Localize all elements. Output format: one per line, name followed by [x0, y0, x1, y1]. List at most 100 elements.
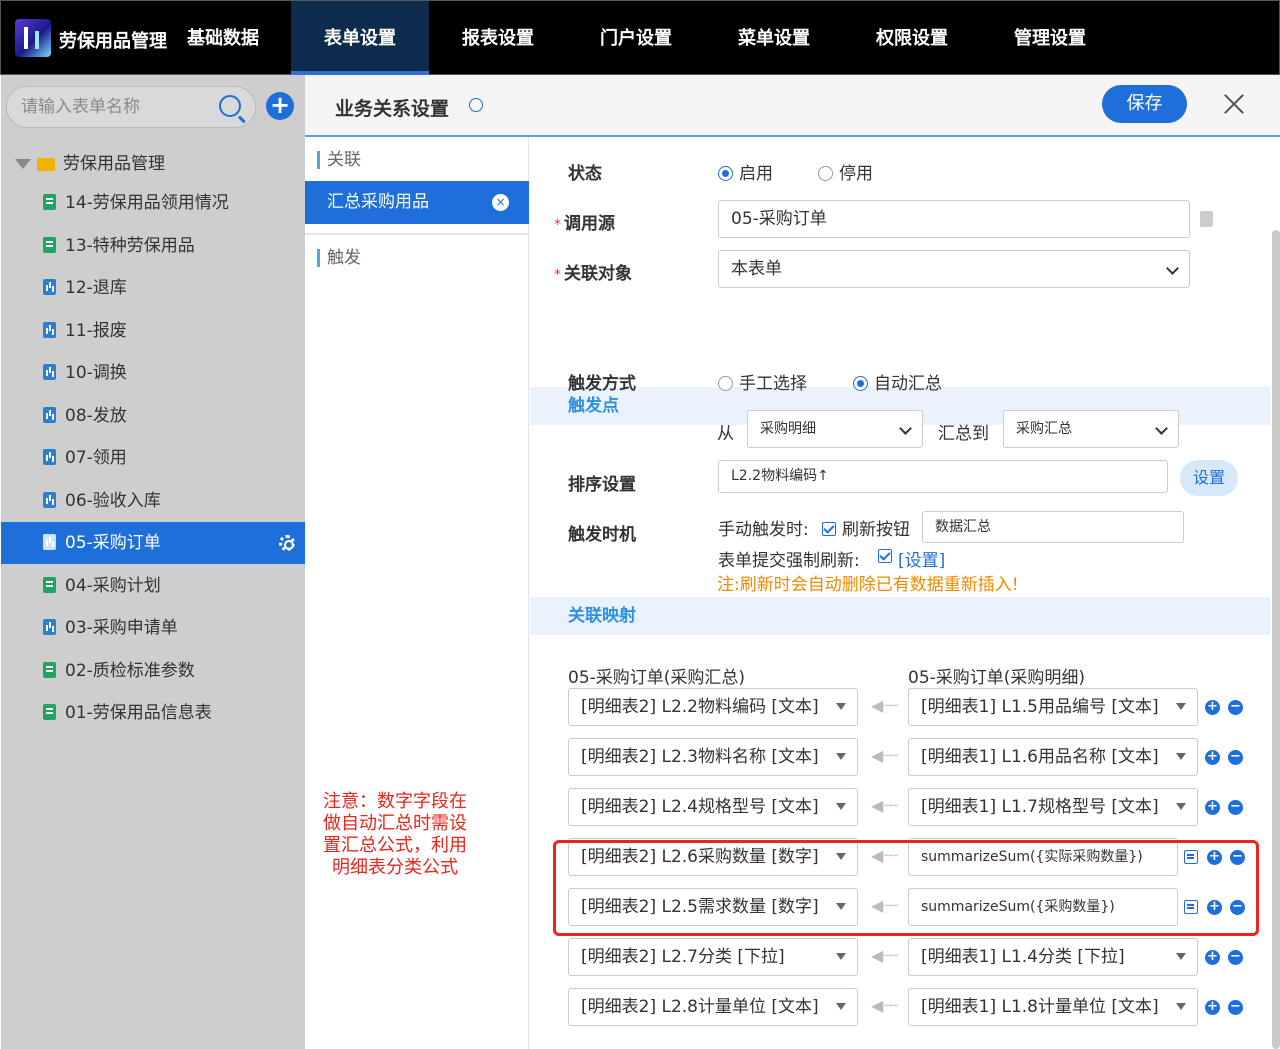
save-button[interactable]: 保存: [1102, 85, 1187, 123]
mapping-right-select[interactable]: [明细表1] L1.7规格型号 [文本]: [908, 788, 1198, 826]
from-select[interactable]: 采购明细: [747, 410, 923, 448]
mapping-right-value: [明细表1] L1.7规格型号 [文本]: [921, 797, 1159, 817]
nav-item-permission-settings[interactable]: 权限设置: [843, 1, 981, 75]
refresh-button-text-input[interactable]: 数据汇总: [922, 511, 1184, 543]
mapping-left-select[interactable]: [明细表2] L2.4规格型号 [文本]: [568, 788, 858, 826]
add-row-icon[interactable]: +: [1205, 1000, 1220, 1015]
nav-item-form-settings[interactable]: 表单设置: [291, 1, 429, 75]
remove-relation-icon[interactable]: ×: [492, 194, 509, 211]
tree-item-label: 07-领用: [65, 448, 127, 468]
trigger-mode-label: 触发方式: [568, 374, 636, 394]
tree-item-selected[interactable]: 05-采购订单: [1, 522, 305, 564]
search-icon[interactable]: [219, 95, 241, 117]
tree-item[interactable]: 03-采购申请单: [1, 607, 305, 649]
remove-row-icon[interactable]: −: [1228, 800, 1243, 815]
manual-trigger-label: 手动触发时:: [718, 520, 809, 540]
green-doc-icon: [43, 662, 56, 678]
source-doc-icon[interactable]: [1200, 211, 1213, 227]
checkbox-checked-icon[interactable]: [822, 522, 836, 536]
to-select-value: 采购汇总: [1016, 421, 1072, 437]
radio-checked-icon[interactable]: [853, 376, 868, 391]
help-icon[interactable]: [469, 98, 483, 112]
status-label: 状态: [568, 164, 602, 184]
radio-checked-icon[interactable]: [718, 166, 733, 181]
source-input[interactable]: 05-采购订单: [718, 200, 1190, 238]
sort-settings-button[interactable]: 设置: [1180, 460, 1238, 496]
green-doc-icon: [43, 194, 56, 210]
tree-root-folder[interactable]: 劳保用品管理: [15, 149, 165, 174]
mapping-left-select[interactable]: [明细表2] L2.3物料名称 [文本]: [568, 738, 858, 776]
sort-input[interactable]: L2.2物料编码↑: [718, 460, 1168, 493]
tree-item[interactable]: 04-采购计划: [1, 565, 305, 607]
force-refresh-settings-link[interactable]: [设置]: [898, 546, 945, 571]
tree-item[interactable]: 08-发放: [1, 395, 305, 437]
source-label: * 调用源: [554, 214, 615, 234]
close-icon[interactable]: [1223, 93, 1245, 115]
tree-item-label: 13-特种劳保用品: [65, 236, 195, 256]
target-label: * 关联对象: [554, 264, 632, 284]
chevron-down-icon: [899, 422, 912, 435]
tree-item[interactable]: 02-质检标准参数: [1, 650, 305, 692]
tree-item[interactable]: 10-调换: [1, 352, 305, 394]
mapping-right-select[interactable]: [明细表1] L1.8计量单位 [文本]: [908, 988, 1198, 1026]
mapping-right-select[interactable]: [明细表1] L1.6用品名称 [文本]: [908, 738, 1198, 776]
add-row-icon[interactable]: +: [1205, 800, 1220, 815]
tree-item[interactable]: 07-领用: [1, 437, 305, 479]
scrollbar[interactable]: [1272, 230, 1280, 1049]
panel-header: 业务关系设置 保存: [305, 75, 1280, 137]
tree-item[interactable]: 06-验收入库: [1, 480, 305, 522]
nav-item-admin-settings[interactable]: 管理设置: [981, 1, 1119, 75]
relation-item-selected[interactable]: 汇总采购用品 ×: [305, 181, 529, 224]
blue-doc-icon: [43, 322, 56, 338]
force-refresh-checkbox-icon[interactable]: [878, 549, 892, 563]
mapping-left-select[interactable]: [明细表2] L2.2物料编码 [文本]: [568, 688, 858, 726]
nav-item-menu-settings[interactable]: 菜单设置: [705, 1, 843, 75]
remove-row-icon[interactable]: −: [1228, 950, 1243, 965]
nav-item-report-settings[interactable]: 报表设置: [429, 1, 567, 75]
mapping-right-value: [明细表1] L1.5用品编号 [文本]: [921, 697, 1159, 717]
caret-down-icon[interactable]: [15, 159, 31, 169]
tree-item[interactable]: 11-报废: [1, 310, 305, 352]
mapping-right-select[interactable]: [明细表1] L1.4分类 [下拉]: [908, 938, 1198, 976]
status-enabled-radio[interactable]: 启用: [718, 159, 773, 184]
tree-item[interactable]: 13-特种劳保用品: [1, 225, 305, 267]
mapping-arrow-icon: ◀┈┈: [871, 746, 899, 765]
tree-item[interactable]: 01-劳保用品信息表: [1, 692, 305, 734]
refresh-button-checkbox[interactable]: 刷新按钮: [816, 515, 910, 540]
app-logo-icon: [15, 19, 51, 57]
nav-item-basic-data[interactable]: 基础数据: [173, 1, 273, 75]
add-form-button[interactable]: +: [266, 92, 294, 120]
mapping-right-select[interactable]: [明细表1] L1.5用品编号 [文本]: [908, 688, 1198, 726]
radio-unchecked-icon[interactable]: [718, 376, 733, 391]
remove-row-icon[interactable]: −: [1228, 1000, 1243, 1015]
tree-item[interactable]: 12-退库: [1, 267, 305, 309]
blue-doc-icon: [43, 534, 56, 550]
mapping-left-select[interactable]: [明细表2] L2.7分类 [下拉]: [568, 938, 858, 976]
tree-item-label: 02-质检标准参数: [65, 661, 195, 681]
add-row-icon[interactable]: +: [1205, 750, 1220, 765]
tree-item-label: 08-发放: [65, 406, 127, 426]
remove-row-icon[interactable]: −: [1228, 700, 1243, 715]
section-link-title: 关联: [317, 151, 361, 169]
mode-manual-radio[interactable]: 手工选择: [718, 369, 807, 394]
search-input[interactable]: [21, 95, 211, 119]
to-label: 汇总到: [938, 424, 989, 444]
tree-item[interactable]: 14-劳保用品领用情况: [1, 182, 305, 224]
radio-unchecked-icon[interactable]: [818, 166, 833, 181]
target-select[interactable]: 本表单: [718, 250, 1190, 288]
nav-item-portal-settings[interactable]: 门户设置: [567, 1, 705, 75]
remove-row-icon[interactable]: −: [1228, 750, 1243, 765]
chevron-down-icon: [1155, 422, 1168, 435]
mapping-left-value: [明细表2] L2.4规格型号 [文本]: [581, 797, 819, 817]
status-disabled-radio[interactable]: 停用: [818, 159, 873, 184]
add-row-icon[interactable]: +: [1205, 700, 1220, 715]
add-row-icon[interactable]: +: [1205, 950, 1220, 965]
search-box: [6, 86, 256, 128]
caret-down-icon: [836, 753, 846, 760]
to-select[interactable]: 采购汇总: [1003, 410, 1179, 448]
chevron-down-icon: [1166, 262, 1179, 275]
mapping-left-select[interactable]: [明细表2] L2.8计量单位 [文本]: [568, 988, 858, 1026]
blue-doc-icon: [43, 619, 56, 635]
gear-icon[interactable]: [279, 535, 295, 551]
mode-auto-radio[interactable]: 自动汇总: [853, 369, 942, 394]
